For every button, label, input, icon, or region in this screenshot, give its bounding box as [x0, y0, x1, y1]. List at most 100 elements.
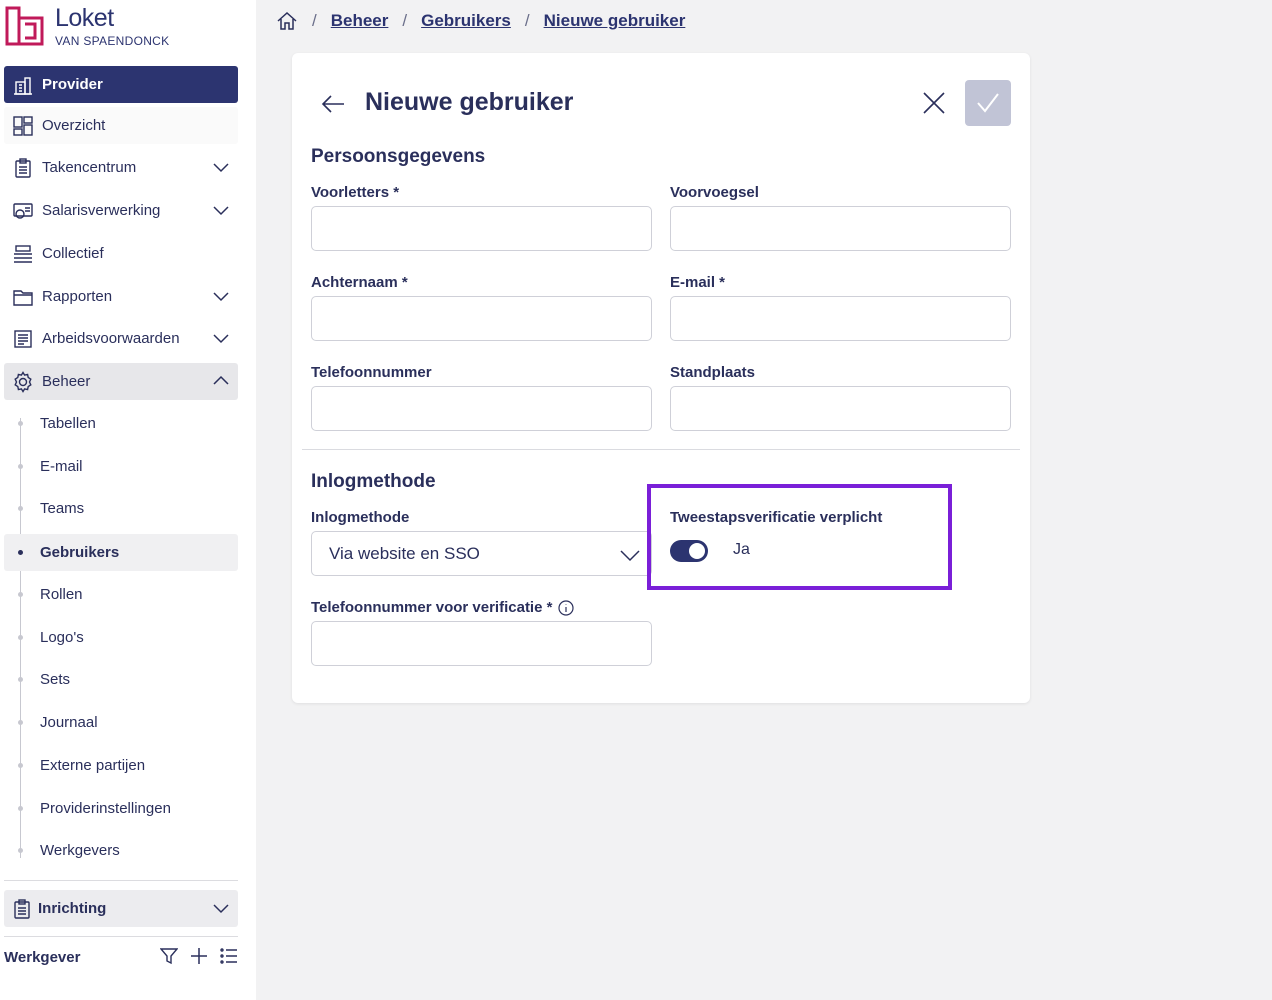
breadcrumb-beheer[interactable]: Beheer — [331, 11, 389, 31]
nav-provider[interactable]: Provider — [4, 66, 238, 103]
werkgever-section: Werkgever — [4, 944, 238, 970]
back-arrow-icon[interactable] — [320, 91, 346, 117]
sub-item-rollen[interactable]: Rollen — [4, 576, 238, 613]
sidebar-divider — [4, 880, 238, 881]
nav-rapporten-label: Rapporten — [42, 288, 113, 305]
sub-item-werkgevers[interactable]: Werkgevers — [4, 832, 238, 869]
new-user-card: Nieuwe gebruiker Persoonsgegevens Voorle… — [292, 53, 1030, 703]
list-icon[interactable] — [220, 947, 238, 965]
logo-subtitle: VAN SPAENDONCK — [55, 34, 170, 48]
chevron-down-icon[interactable] — [212, 329, 230, 347]
plus-icon[interactable] — [190, 947, 208, 965]
section-inlogmethode: Inlogmethode — [311, 471, 436, 492]
breadcrumb-separator: / — [402, 11, 408, 30]
sub-item-label: Providerinstellingen — [40, 800, 171, 817]
voorletters-field[interactable] — [311, 206, 652, 251]
payroll-icon — [12, 200, 34, 222]
highlight-box — [647, 484, 952, 590]
nav-takencentrum-label: Takencentrum — [42, 159, 137, 176]
sub-item-label: Journaal — [40, 714, 98, 731]
standplaats-label: Standplaats — [670, 364, 756, 381]
logo-title: Loket — [55, 4, 114, 32]
sub-item-label: Gebruikers — [40, 544, 120, 561]
chevron-down-icon[interactable] — [212, 158, 230, 176]
stack-icon — [12, 243, 34, 265]
chevron-up-icon[interactable] — [212, 372, 230, 390]
sub-item-label: Logo's — [40, 629, 84, 646]
chevron-down-icon — [619, 544, 641, 566]
sub-item-tabellen[interactable]: Tabellen — [4, 405, 238, 442]
nav-salarisverwerking[interactable]: Salarisverwerking — [4, 192, 238, 229]
building-icon — [12, 74, 34, 96]
sub-item-journaal[interactable]: Journaal — [4, 704, 238, 741]
breadcrumb-gebruikers[interactable]: Gebruikers — [421, 11, 511, 31]
dashboard-icon — [12, 115, 34, 137]
sub-item-label: Tabellen — [40, 415, 96, 432]
folder-icon — [12, 286, 34, 308]
voorletters-label: Voorletters * — [311, 184, 400, 201]
breadcrumb-nieuwe-gebruiker[interactable]: Nieuwe gebruiker — [544, 11, 686, 31]
chevron-down-icon[interactable] — [212, 899, 230, 917]
nav-overzicht-label: Overzicht — [42, 117, 106, 134]
inlogmethode-label: Inlogmethode — [311, 509, 410, 526]
sub-item-providerinstellingen[interactable]: Providerinstellingen — [4, 790, 238, 827]
gear-icon — [12, 370, 34, 393]
card-header: Nieuwe gebruiker — [292, 80, 1030, 126]
sub-item-label: Teams — [40, 500, 85, 517]
breadcrumb: / Beheer / Gebruikers / Nieuwe gebruiker — [276, 9, 685, 33]
nav-overzicht[interactable]: Overzicht — [4, 107, 238, 144]
sub-item-teams[interactable]: Teams — [4, 490, 238, 527]
section-divider — [302, 449, 1020, 450]
nav-provider-label: Provider — [42, 76, 103, 93]
save-button[interactable] — [965, 80, 1011, 126]
sub-item-gebruikers[interactable]: Gebruikers — [4, 534, 238, 571]
info-icon[interactable] — [558, 599, 575, 616]
filter-icon[interactable] — [160, 947, 178, 965]
achternaam-field[interactable] — [311, 296, 652, 341]
sub-item-label: Rollen — [40, 586, 83, 603]
nav-collectief[interactable]: Collectief — [4, 235, 238, 272]
sidebar-divider — [4, 936, 238, 937]
inlogmethode-value: Via website en SSO — [329, 543, 480, 563]
sub-item-logos[interactable]: Logo's — [4, 619, 238, 656]
standplaats-field[interactable] — [670, 386, 1011, 431]
verificatie-telefoon-label: Telefoonnummer voor verificatie * — [311, 599, 553, 616]
nav-inrichting-label: Inrichting — [38, 900, 107, 917]
nav-takencentrum[interactable]: Takencentrum — [4, 149, 238, 186]
nav-inrichting[interactable]: Inrichting — [4, 890, 238, 927]
verificatie-telefoon-field[interactable] — [311, 621, 652, 666]
clipboard-icon — [12, 898, 32, 919]
nav-rapporten[interactable]: Rapporten — [4, 278, 238, 315]
email-field[interactable] — [670, 296, 1011, 341]
home-icon[interactable] — [276, 10, 298, 32]
sub-item-label: Externe partijen — [40, 757, 146, 774]
sidebar: Loket VAN SPAENDONCK Provider Overzicht … — [0, 0, 256, 1000]
email-label: E-mail * — [670, 274, 726, 291]
sub-item-sets[interactable]: Sets — [4, 661, 238, 698]
nav-arbeidsvoorwaarden-label: Arbeidsvoorwaarden — [42, 330, 180, 347]
clipboard-icon — [12, 157, 34, 179]
telefoonnummer-label: Telefoonnummer — [311, 364, 432, 381]
nav-beheer[interactable]: Beheer — [4, 363, 238, 400]
nav-arbeidsvoorwaarden[interactable]: Arbeidsvoorwaarden — [4, 320, 238, 357]
section-persoonsgegevens: Persoonsgegevens — [311, 146, 486, 167]
werkgever-label: Werkgever — [4, 948, 81, 966]
logo[interactable]: Loket VAN SPAENDONCK — [4, 4, 169, 52]
verificatie-telefoon-label-row: Telefoonnummer voor verificatie * — [311, 599, 575, 616]
document-icon — [12, 328, 34, 350]
breadcrumb-separator: / — [312, 11, 317, 30]
sub-item-email[interactable]: E-mail — [4, 448, 238, 485]
chevron-down-icon[interactable] — [212, 201, 230, 219]
sub-item-label: Sets — [40, 671, 71, 688]
voorvoegsel-label: Voorvoegsel — [670, 184, 759, 201]
nav-collectief-label: Collectief — [42, 245, 104, 262]
chevron-down-icon[interactable] — [212, 287, 230, 305]
sub-item-externe-partijen[interactable]: Externe partijen — [4, 747, 238, 784]
nav-beheer-label: Beheer — [42, 373, 91, 390]
close-icon[interactable] — [920, 89, 948, 117]
inlogmethode-select[interactable]: Via website en SSO — [311, 531, 652, 576]
checkmark-icon — [976, 91, 1000, 115]
telefoonnummer-field[interactable] — [311, 386, 652, 431]
voorvoegsel-field[interactable] — [670, 206, 1011, 251]
breadcrumb-separator: / — [524, 11, 530, 30]
